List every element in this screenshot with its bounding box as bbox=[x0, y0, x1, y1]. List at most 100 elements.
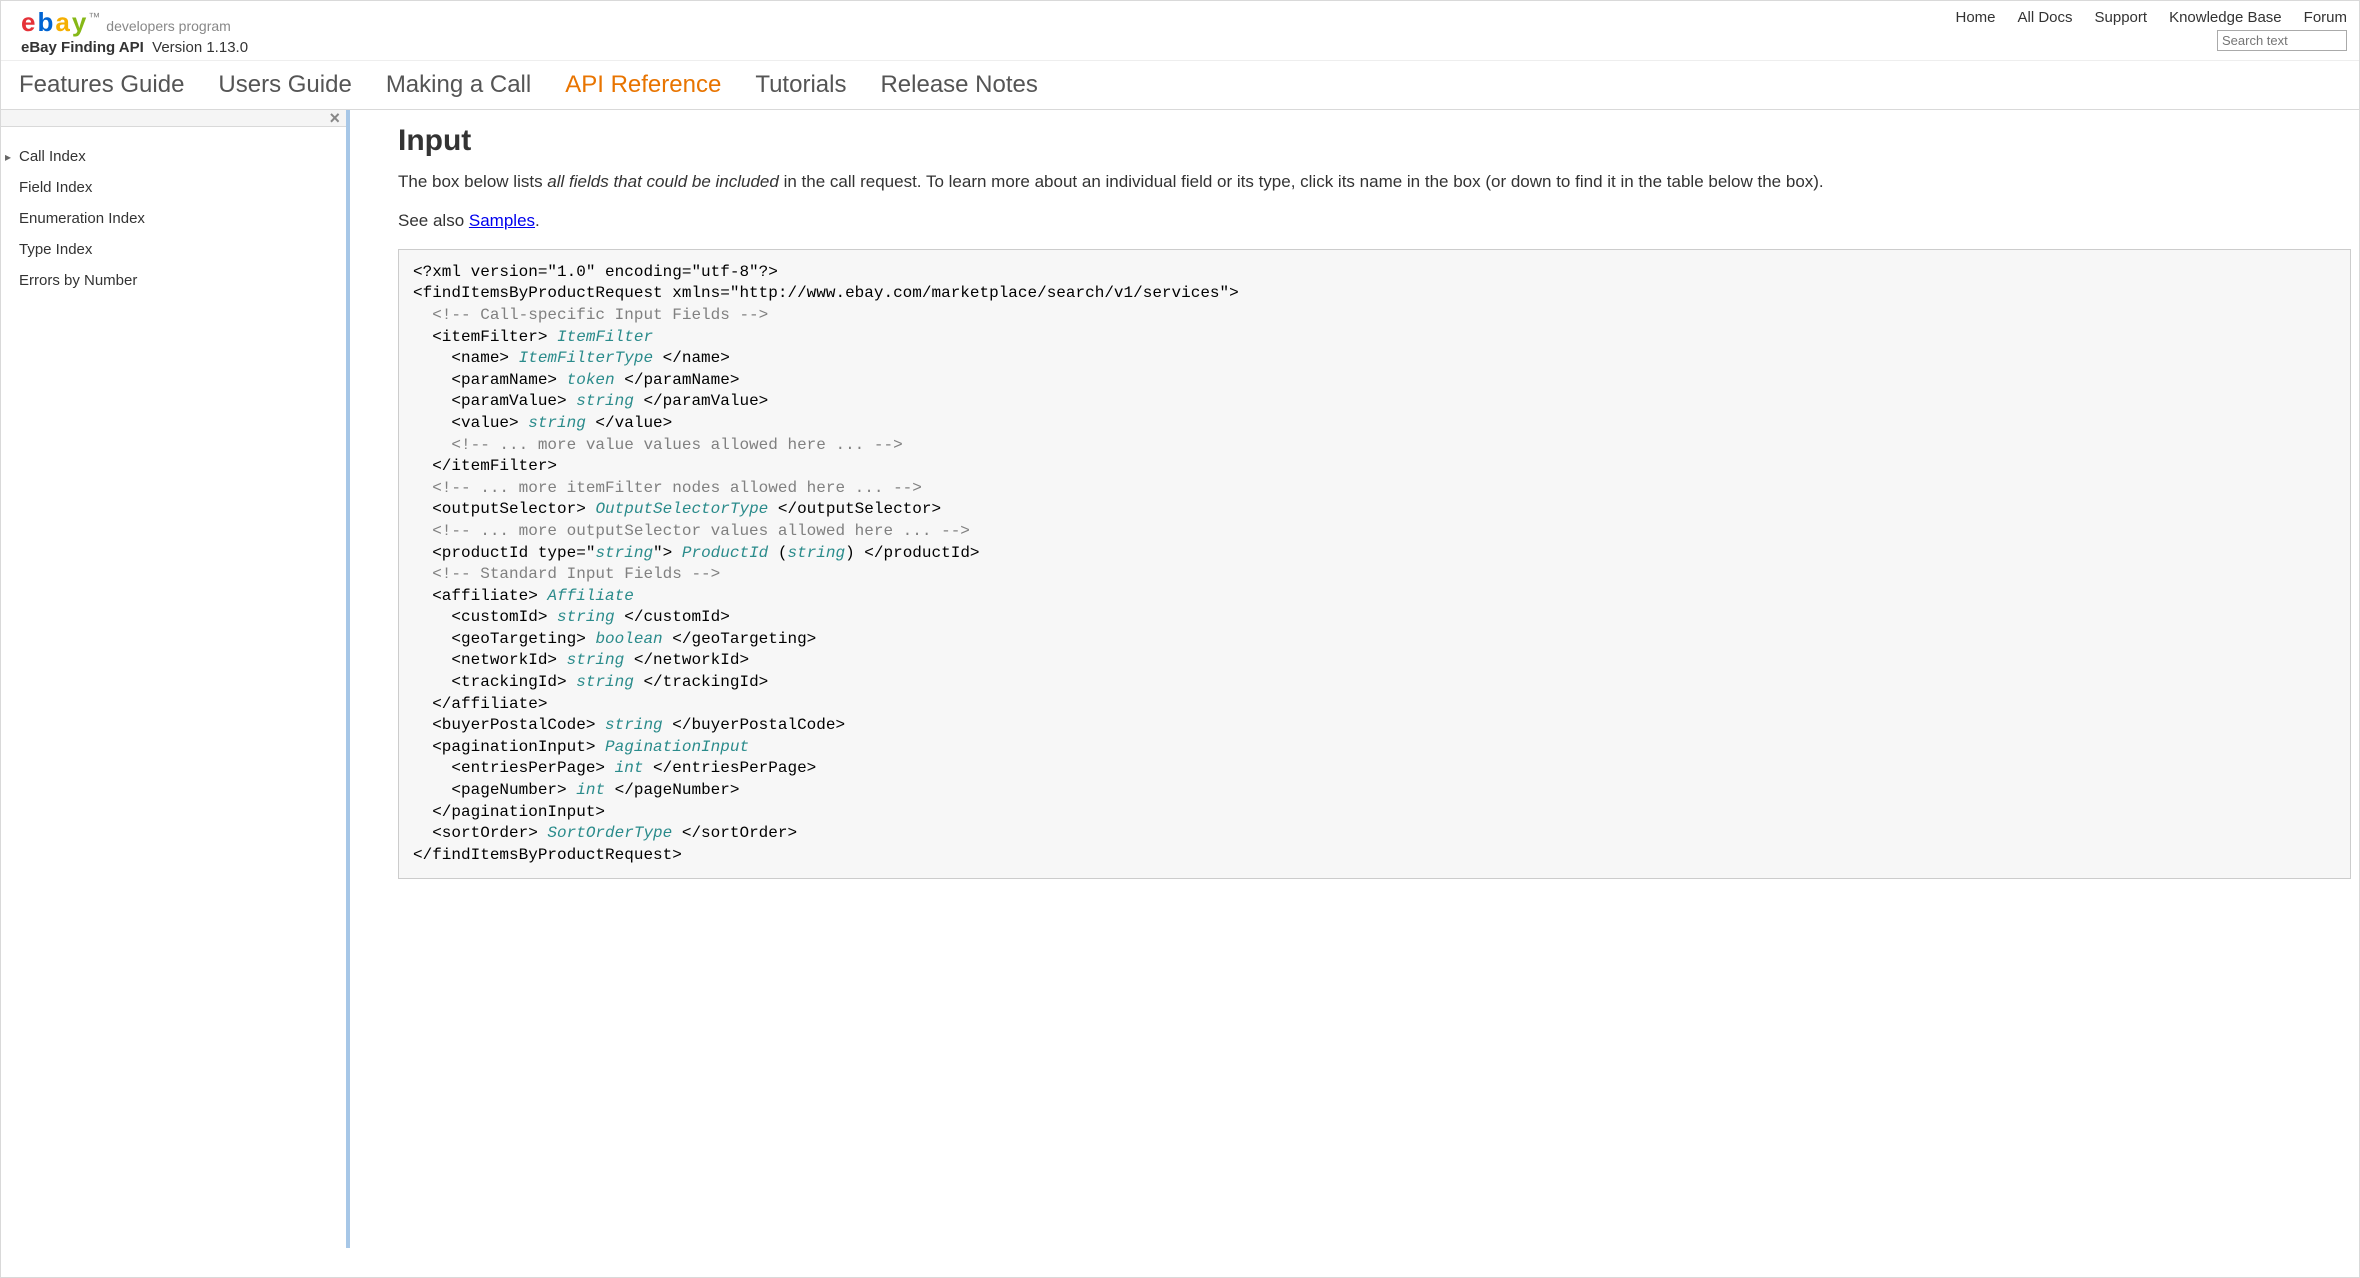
api-name: eBay Finding API bbox=[21, 39, 144, 56]
code-text: </trackingId> bbox=[634, 673, 768, 691]
logo-subtitle: developers program bbox=[106, 19, 231, 33]
tab-api-reference[interactable]: API Reference bbox=[565, 71, 721, 99]
top-link-support[interactable]: Support bbox=[2095, 9, 2148, 26]
code-text: <pageNumber> bbox=[413, 781, 576, 799]
code-text: <buyerPostalCode> bbox=[413, 716, 605, 734]
sidebar-item-enumeration-index[interactable]: Enumeration Index bbox=[5, 203, 342, 234]
code-type-link[interactable]: token bbox=[567, 371, 615, 389]
logo-letter-y: y bbox=[72, 9, 86, 35]
code-text: </entriesPerPage> bbox=[643, 759, 816, 777]
code-type-link[interactable]: int bbox=[576, 781, 605, 799]
code-text: <findItemsByProductRequest xmlns="http:/… bbox=[413, 284, 1239, 302]
page-heading: Input bbox=[398, 124, 2359, 158]
intro-emphasis: all fields that could be included bbox=[547, 172, 779, 191]
sidebar-item-call-index[interactable]: Call Index bbox=[5, 141, 342, 172]
code-type-link[interactable]: boolean bbox=[595, 630, 662, 648]
code-type-link[interactable]: string bbox=[567, 651, 625, 669]
code-type-link[interactable]: string bbox=[576, 673, 634, 691]
tab-features-guide[interactable]: Features Guide bbox=[19, 71, 184, 99]
code-text: <value> bbox=[413, 414, 528, 432]
code-text: </customId> bbox=[615, 608, 730, 626]
code-text: </value> bbox=[586, 414, 672, 432]
nav-tabs: Features Guide Users Guide Making a Call AP… bbox=[1, 61, 2359, 110]
api-version-line: eBay Finding API Version 1.13.0 bbox=[21, 39, 248, 56]
search-input[interactable] bbox=[2217, 30, 2347, 51]
logo-letter-e: e bbox=[21, 9, 35, 35]
code-type-link[interactable]: string bbox=[557, 608, 615, 626]
top-link-all-docs[interactable]: All Docs bbox=[2018, 9, 2073, 26]
code-text: <entriesPerPage> bbox=[413, 759, 615, 777]
code-type-link[interactable]: ItemFilter bbox=[557, 328, 653, 346]
ebay-logo[interactable]: ebay™ developers program bbox=[21, 9, 248, 35]
code-text: </name> bbox=[653, 349, 730, 367]
code-text: <networkId> bbox=[413, 651, 567, 669]
code-text: <name> bbox=[413, 349, 519, 367]
seealso-prefix: See also bbox=[398, 211, 469, 230]
code-text: <itemFilter> bbox=[413, 328, 557, 346]
code-text: <customId> bbox=[413, 608, 557, 626]
code-text: ) </productId> bbox=[845, 544, 979, 562]
code-text: </findItemsByProductRequest> bbox=[413, 846, 682, 864]
code-text: </paginationInput> bbox=[413, 803, 605, 821]
tab-making-a-call[interactable]: Making a Call bbox=[386, 71, 531, 99]
code-type-link[interactable]: int bbox=[615, 759, 644, 777]
code-text: </paramName> bbox=[615, 371, 740, 389]
code-text: </sortOrder> bbox=[672, 824, 797, 842]
sidebar-item-type-index[interactable]: Type Index bbox=[5, 234, 342, 265]
body-split: × Call IndexField IndexEnumeration Index… bbox=[1, 110, 2359, 1248]
logo-letter-a: a bbox=[55, 9, 69, 35]
tab-users-guide[interactable]: Users Guide bbox=[218, 71, 351, 99]
logo-trademark: ™ bbox=[88, 11, 100, 23]
code-text: </geoTargeting> bbox=[663, 630, 817, 648]
code-text: </affiliate> bbox=[413, 695, 547, 713]
tab-release-notes[interactable]: Release Notes bbox=[880, 71, 1037, 99]
code-comment: <!-- Standard Input Fields --> bbox=[413, 565, 720, 583]
sidebar-item-field-index[interactable]: Field Index bbox=[5, 172, 342, 203]
code-text: ( bbox=[768, 544, 787, 562]
brand-block: ebay™ developers program eBay Finding AP… bbox=[21, 9, 248, 56]
code-text: <productId type=" bbox=[413, 544, 595, 562]
xml-code-block: <?xml version="1.0" encoding="utf-8"?> <… bbox=[398, 249, 2351, 880]
top-link-knowledge-base[interactable]: Knowledge Base bbox=[2169, 9, 2282, 26]
close-icon[interactable]: × bbox=[329, 108, 340, 129]
code-type-link[interactable]: ItemFilterType bbox=[519, 349, 653, 367]
code-type-link[interactable]: PaginationInput bbox=[605, 738, 749, 756]
code-type-link[interactable]: ProductId bbox=[682, 544, 768, 562]
code-text: <affiliate> bbox=[413, 587, 547, 605]
top-link-home[interactable]: Home bbox=[1955, 9, 1995, 26]
top-bar: ebay™ developers program eBay Finding AP… bbox=[1, 1, 2359, 61]
code-text: <sortOrder> bbox=[413, 824, 547, 842]
sidebar-list: Call IndexField IndexEnumeration IndexTy… bbox=[1, 127, 346, 310]
code-text: <paramName> bbox=[413, 371, 567, 389]
code-type-link[interactable]: string bbox=[576, 392, 634, 410]
sidebar-header: × bbox=[1, 110, 346, 127]
code-type-link[interactable]: Affiliate bbox=[547, 587, 633, 605]
samples-link[interactable]: Samples bbox=[469, 211, 535, 230]
top-right: Home All Docs Support Knowledge Base Forum bbox=[1955, 9, 2347, 51]
sidebar-item-errors-by-number[interactable]: Errors by Number bbox=[5, 265, 342, 296]
code-text: </outputSelector> bbox=[768, 500, 941, 518]
code-type-link[interactable]: string bbox=[595, 544, 653, 562]
code-text: </networkId> bbox=[624, 651, 749, 669]
seealso-suffix: . bbox=[535, 211, 540, 230]
code-text: </paramValue> bbox=[634, 392, 768, 410]
sidebar: × Call IndexField IndexEnumeration Index… bbox=[1, 110, 350, 1248]
intro-prefix: The box below lists bbox=[398, 172, 547, 191]
top-link-forum[interactable]: Forum bbox=[2304, 9, 2347, 26]
code-comment: <!-- ... more itemFilter nodes allowed h… bbox=[413, 479, 922, 497]
code-comment: <!-- ... more value values allowed here … bbox=[413, 436, 903, 454]
code-type-link[interactable]: OutputSelectorType bbox=[595, 500, 768, 518]
code-comment: <!-- Call-specific Input Fields --> bbox=[413, 306, 768, 324]
logo-letter-b: b bbox=[37, 9, 53, 35]
code-type-link[interactable]: string bbox=[605, 716, 663, 734]
code-text: </itemFilter> bbox=[413, 457, 557, 475]
main-content: Input The box below lists all fields tha… bbox=[350, 110, 2359, 1248]
code-text: <trackingId> bbox=[413, 673, 576, 691]
code-type-link[interactable]: SortOrderType bbox=[547, 824, 672, 842]
code-text: "> bbox=[653, 544, 682, 562]
code-text: </buyerPostalCode> bbox=[663, 716, 845, 734]
tab-tutorials[interactable]: Tutorials bbox=[755, 71, 846, 99]
code-type-link[interactable]: string bbox=[528, 414, 586, 432]
code-type-link[interactable]: string bbox=[787, 544, 845, 562]
code-text: <?xml version="1.0" encoding="utf-8"?> bbox=[413, 263, 778, 281]
